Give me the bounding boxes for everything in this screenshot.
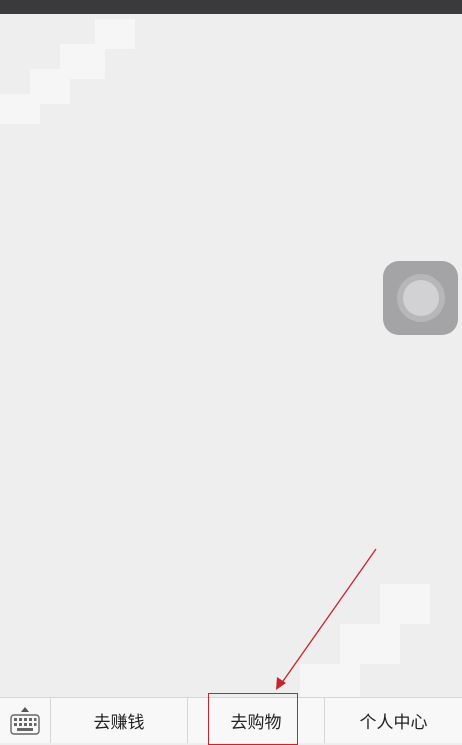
menu-item-label: 个人中心 [359,713,428,733]
keyboard-toggle-button[interactable] [0,698,51,743]
watermark-blur [340,624,400,664]
keyboard-icon [10,707,40,735]
watermark-blur [300,664,360,697]
assistive-touch-icon [396,274,445,322]
watermark-blur [380,584,430,624]
menu-item-label: 去赚钱 [93,713,145,733]
menu-item-go-shopping[interactable]: 去购物 [188,698,325,743]
menu-item-personal-center[interactable]: 个人中心 [325,698,462,743]
menu-item-label: 去购物 [230,713,282,733]
bottom-menu-bar: 去赚钱 去购物 个人中心 [0,697,462,743]
content-area [0,14,462,697]
status-bar [0,0,462,14]
menu-item-earn-money[interactable]: 去赚钱 [51,698,188,743]
assistive-touch-button[interactable] [383,261,458,335]
watermark-blur [95,19,135,49]
watermark-blur [60,44,105,79]
